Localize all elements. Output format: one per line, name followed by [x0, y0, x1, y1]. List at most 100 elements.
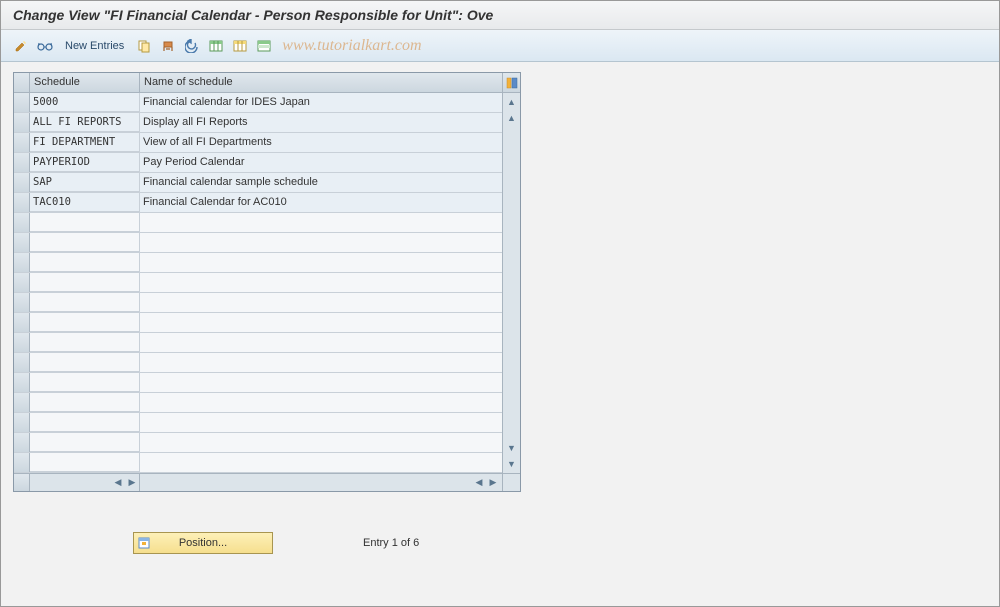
row-selector[interactable] [14, 113, 30, 132]
cell-name[interactable] [140, 233, 502, 252]
table-row[interactable]: PAYPERIODPay Period Calendar [14, 153, 502, 173]
cell-schedule[interactable] [30, 213, 140, 232]
table-row[interactable] [14, 253, 502, 273]
cell-schedule[interactable] [30, 233, 140, 252]
scroll-down2-icon[interactable]: ▼ [505, 457, 519, 471]
cell-schedule[interactable]: PAYPERIOD [30, 153, 140, 172]
cell-schedule[interactable]: ALL FI REPORTS [30, 113, 140, 132]
cell-name[interactable]: Financial Calendar for AC010 [140, 193, 502, 212]
cell-name[interactable] [140, 433, 502, 452]
cell-schedule[interactable] [30, 253, 140, 272]
table-row[interactable] [14, 393, 502, 413]
cell-name[interactable] [140, 293, 502, 312]
new-entries-button[interactable]: New Entries [59, 40, 130, 52]
cell-name[interactable]: View of all FI Departments [140, 133, 502, 152]
table-row[interactable]: FI DEPARTMENTView of all FI Departments [14, 133, 502, 153]
cell-schedule[interactable] [30, 433, 140, 452]
scroll-right-icon[interactable]: ◀ [472, 476, 486, 490]
table-row[interactable]: SAPFinancial calendar sample schedule [14, 173, 502, 193]
table-row[interactable] [14, 413, 502, 433]
cell-name[interactable] [140, 393, 502, 412]
cell-schedule[interactable] [30, 393, 140, 412]
cell-name[interactable] [140, 333, 502, 352]
chair-icon[interactable] [158, 36, 178, 56]
table-row[interactable]: ALL FI REPORTSDisplay all FI Reports [14, 113, 502, 133]
cell-name[interactable]: Financial calendar sample schedule [140, 173, 502, 192]
cell-schedule[interactable] [30, 413, 140, 432]
cell-name[interactable] [140, 353, 502, 372]
row-selector[interactable] [14, 133, 30, 152]
row-selector[interactable] [14, 173, 30, 192]
cell-schedule[interactable] [30, 293, 140, 312]
row-selector[interactable] [14, 153, 30, 172]
row-selector[interactable] [14, 353, 30, 372]
cell-schedule[interactable] [30, 373, 140, 392]
table-yellow-icon[interactable] [230, 36, 250, 56]
cell-schedule[interactable] [30, 353, 140, 372]
vertical-scrollbar[interactable]: ▲ ▲ ▼ ▼ [502, 93, 520, 473]
scroll-down-icon[interactable]: ▼ [505, 441, 519, 455]
cell-name[interactable]: Display all FI Reports [140, 113, 502, 132]
row-selector[interactable] [14, 253, 30, 272]
row-selector[interactable] [14, 373, 30, 392]
table-settings-icon[interactable] [502, 73, 520, 92]
table-row[interactable] [14, 213, 502, 233]
cell-schedule[interactable]: FI DEPARTMENT [30, 133, 140, 152]
cell-schedule[interactable] [30, 453, 140, 472]
table-select-icon[interactable] [254, 36, 274, 56]
column-header-name[interactable]: Name of schedule [140, 73, 502, 92]
cell-name[interactable] [140, 253, 502, 272]
cell-name[interactable] [140, 453, 502, 472]
horizontal-scrollbar[interactable]: ◀ ▶ ◀ ▶ [14, 473, 520, 491]
table-row[interactable] [14, 353, 502, 373]
scroll-left-icon[interactable]: ◀ [111, 476, 125, 490]
cell-schedule[interactable]: SAP [30, 173, 140, 192]
cell-schedule[interactable] [30, 333, 140, 352]
cell-name[interactable] [140, 413, 502, 432]
row-selector[interactable] [14, 233, 30, 252]
cell-name[interactable]: Financial calendar for IDES Japan [140, 93, 502, 112]
cell-name[interactable] [140, 373, 502, 392]
glasses-icon[interactable] [35, 36, 55, 56]
cell-schedule[interactable]: 5000 [30, 93, 140, 112]
table-row[interactable] [14, 373, 502, 393]
position-button[interactable]: Position... [133, 532, 273, 554]
scroll-up-icon[interactable]: ▲ [505, 95, 519, 109]
table-row[interactable] [14, 273, 502, 293]
column-header-schedule[interactable]: Schedule [30, 73, 140, 92]
table-row[interactable] [14, 333, 502, 353]
cell-schedule[interactable] [30, 273, 140, 292]
scroll-left2-icon[interactable]: ▶ [125, 476, 139, 490]
pencil-icon[interactable] [11, 36, 31, 56]
row-selector[interactable] [14, 273, 30, 292]
row-selector[interactable] [14, 293, 30, 312]
table-row[interactable]: TAC010Financial Calendar for AC010 [14, 193, 502, 213]
table-row[interactable] [14, 313, 502, 333]
table-row[interactable] [14, 433, 502, 453]
cell-schedule[interactable]: TAC010 [30, 193, 140, 212]
row-selector[interactable] [14, 333, 30, 352]
table-row[interactable] [14, 233, 502, 253]
table-row[interactable] [14, 453, 502, 473]
row-selector[interactable] [14, 193, 30, 212]
scroll-up2-icon[interactable]: ▲ [505, 111, 519, 125]
table-row[interactable] [14, 293, 502, 313]
row-selector[interactable] [14, 453, 30, 472]
cell-schedule[interactable] [30, 313, 140, 332]
cell-name[interactable] [140, 213, 502, 232]
table-green-icon[interactable] [206, 36, 226, 56]
row-selector[interactable] [14, 413, 30, 432]
scroll-right2-icon[interactable]: ▶ [486, 476, 500, 490]
row-selector[interactable] [14, 93, 30, 112]
table-row[interactable]: 5000Financial calendar for IDES Japan [14, 93, 502, 113]
row-selector[interactable] [14, 313, 30, 332]
row-selector[interactable] [14, 433, 30, 452]
row-selector[interactable] [14, 393, 30, 412]
undo-icon[interactable] [182, 36, 202, 56]
cell-name[interactable] [140, 273, 502, 292]
cell-name[interactable] [140, 313, 502, 332]
cell-name[interactable]: Pay Period Calendar [140, 153, 502, 172]
copy-icon[interactable] [134, 36, 154, 56]
row-selector[interactable] [14, 213, 30, 232]
row-header-corner[interactable] [14, 73, 30, 92]
